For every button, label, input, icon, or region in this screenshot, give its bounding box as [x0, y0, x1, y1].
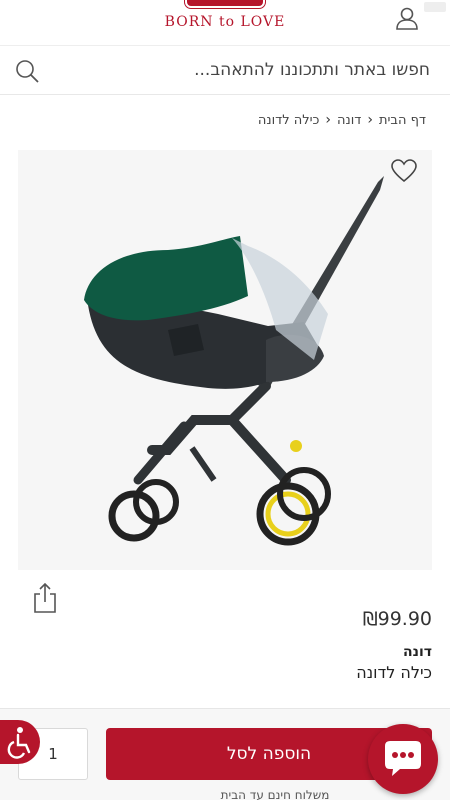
chat-button[interactable]	[368, 724, 438, 794]
breadcrumb: דף הבית ‹ דונה ‹ כילה לדונה	[258, 112, 426, 128]
share-icon[interactable]	[32, 582, 58, 614]
breadcrumb-category[interactable]: דונה	[337, 113, 361, 128]
search-input[interactable]	[50, 55, 430, 85]
shipping-note: משלוח חינם עד הבית	[220, 788, 330, 800]
breadcrumb-current: כילה לדונה	[257, 112, 320, 128]
chevron-left-icon: ‹	[367, 112, 373, 128]
accessibility-icon	[7, 727, 31, 759]
product-image[interactable]	[18, 150, 432, 570]
heart-icon[interactable]	[390, 158, 418, 184]
corner-indicator	[424, 2, 446, 12]
product-price: ₪99.90	[362, 608, 432, 630]
chat-icon	[385, 741, 421, 776]
logo-tab[interactable]	[185, 0, 265, 8]
brand-logo[interactable]: BORN to LOVE	[0, 14, 450, 30]
breadcrumb-home[interactable]: דף הבית	[379, 113, 426, 128]
user-icon[interactable]	[394, 6, 420, 32]
header: BORN to LOVE	[0, 0, 450, 46]
product-title: כילה לדונה	[356, 663, 432, 682]
search-icon[interactable]	[14, 58, 40, 84]
chevron-left-icon: ‹	[325, 112, 332, 128]
search-bar	[0, 47, 450, 95]
product-brand[interactable]: דונה	[403, 644, 432, 660]
accessibility-button[interactable]	[0, 720, 40, 764]
